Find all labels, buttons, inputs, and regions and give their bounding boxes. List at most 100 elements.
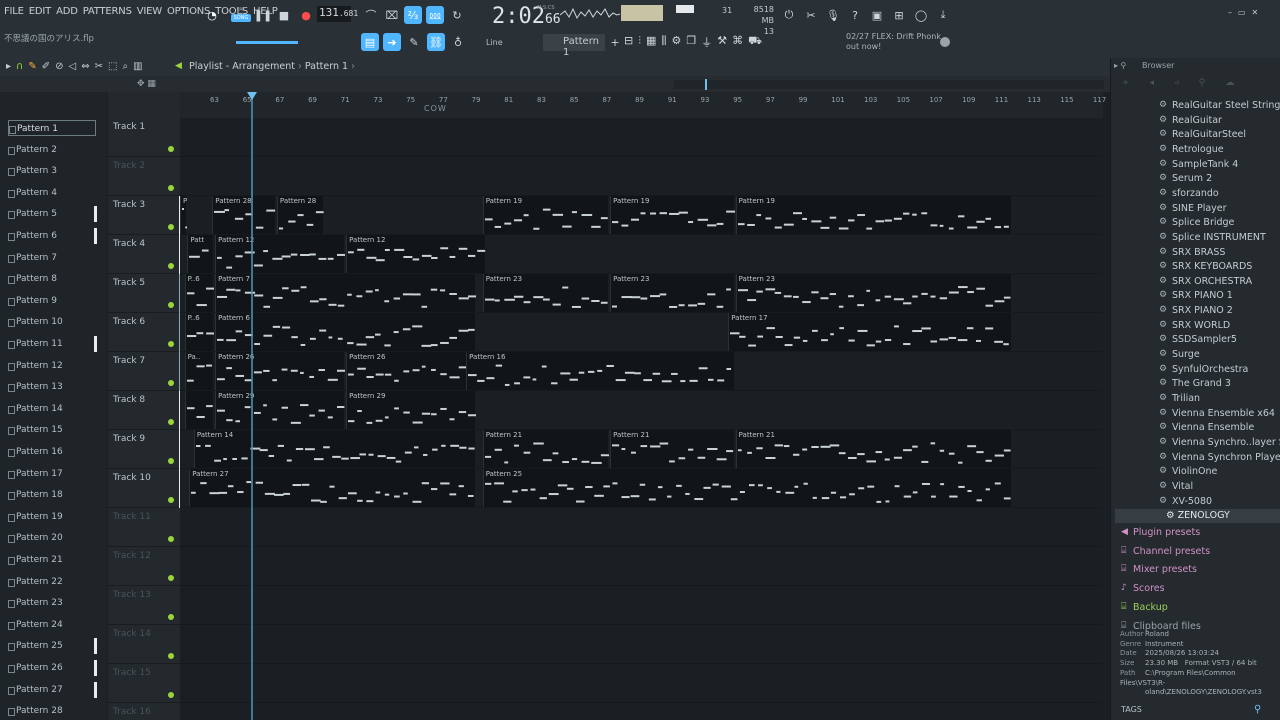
playlist-clip[interactable]: Pattern 28 [212, 196, 276, 234]
playlist-clip[interactable]: Pattern 27 [189, 469, 476, 507]
pattern-item[interactable]: Pattern 19 [8, 509, 96, 525]
track-lane[interactable] [180, 508, 1103, 547]
track-lane[interactable] [180, 664, 1103, 703]
snap-selector[interactable]: Line [486, 38, 503, 47]
menu-add[interactable]: ADD [56, 6, 78, 22]
track-header[interactable]: Track 3 [108, 196, 185, 235]
pause-icon[interactable]: ❚❚ [254, 6, 272, 24]
track-mute-led[interactable] [168, 341, 174, 347]
tags-label[interactable]: TAGS [1121, 705, 1142, 714]
browser-category[interactable]: Channel presets [1133, 546, 1210, 557]
mute-icon[interactable]: ◁ [69, 61, 77, 72]
playlist-arrow-icon[interactable]: ◀ [175, 61, 182, 71]
piano-roll-icon[interactable]: ▦ [646, 34, 656, 50]
pattern-item[interactable]: Pattern 1 [8, 120, 96, 136]
cleaner-icon[interactable]: ⌘ [732, 34, 743, 50]
pattern-item[interactable]: Pattern 18 [8, 487, 96, 503]
link-icon[interactable]: ⛓ [427, 33, 445, 51]
selected-plugin[interactable]: ⚙ ZENOLOGY [1166, 510, 1230, 521]
plugin-item[interactable]: Trilian [1159, 393, 1200, 404]
arrows-icon[interactable]: ✥ ▦ [137, 79, 156, 89]
track-name[interactable]: Track 1 [113, 122, 145, 132]
window-controls[interactable]: –▭✕ [1228, 8, 1264, 17]
pat-song-switch[interactable]: PAT SONG [231, 6, 251, 24]
playlist-clip[interactable]: Pattern 19 [610, 196, 735, 234]
browser-category[interactable]: Plugin presets [1133, 527, 1200, 538]
track-header[interactable]: Track 10 [108, 469, 185, 508]
arrangement-grid[interactable]: P Pattern 28 Pattern 28 Pattern 19 Pattern 1… [180, 118, 1103, 720]
track-mute-led[interactable] [168, 302, 174, 308]
track-name[interactable]: Track 4 [113, 239, 145, 249]
plugin-item[interactable]: RealGuitar [1159, 115, 1222, 126]
track-name[interactable]: Track 3 [113, 200, 145, 210]
plugin-item[interactable]: Vital [1159, 481, 1193, 492]
track-header[interactable]: Track 8 [108, 391, 185, 430]
pattern-item[interactable]: Pattern 11 [8, 336, 96, 352]
track-mute-led[interactable] [168, 185, 174, 191]
zoom-icon[interactable]: ⌕ [122, 61, 128, 72]
channel-rack-icon[interactable]: ⫶ [638, 34, 641, 50]
track-name[interactable]: Track 2 [113, 161, 145, 171]
arrow-right-icon[interactable]: ➜ [383, 33, 401, 51]
browser-category[interactable]: Clipboard files [1133, 621, 1201, 632]
playlist-icon[interactable]: ▤ [361, 33, 379, 51]
playlist-clip[interactable]: Pattern 21 [610, 430, 734, 468]
browser-category[interactable]: Scores [1133, 583, 1165, 594]
playlist-clip[interactable]: Pattern 28 [276, 196, 324, 234]
tags-search-icon[interactable]: ⚲ [1254, 704, 1261, 715]
browser-category[interactable]: Mixer presets [1133, 564, 1197, 575]
cpu-icon[interactable]: ⏻ [780, 6, 798, 24]
playlist-clip[interactable]: Pattern 23 [735, 274, 1011, 312]
plugin-item[interactable]: Splice Bridge [1159, 217, 1234, 228]
chat-icon[interactable]: ◯ [912, 6, 930, 24]
playlist-clip[interactable]: Pattern 19 [735, 196, 1011, 234]
pattern-item[interactable]: Pattern 12 [8, 358, 96, 374]
plugin-item[interactable]: XV-5080 [1159, 496, 1212, 507]
pattern-item[interactable]: Pattern 2 [8, 142, 96, 158]
track-lane[interactable] [180, 547, 1103, 586]
track-header[interactable]: Track 16 [108, 703, 180, 720]
pattern-item[interactable]: Pattern 10 [8, 314, 96, 330]
track-header[interactable]: Track 1 [108, 118, 180, 157]
track-header[interactable]: Track 9 [108, 430, 185, 469]
pattern-item[interactable]: Pattern 9 [8, 293, 96, 309]
track-header[interactable]: Track 14 [108, 625, 180, 664]
track-name[interactable]: Track 5 [113, 278, 145, 288]
paint-icon[interactable]: ✐ [42, 61, 50, 72]
pattern-selector[interactable]: Pattern 1 [543, 34, 605, 58]
tempo-display[interactable]: 131.681 [317, 6, 358, 22]
playlist-clip[interactable]: Pattern 12 [346, 235, 486, 273]
plugin-item[interactable]: RealGuitarSteel [1159, 129, 1246, 140]
plugin-item[interactable]: Vienna Ensemble x64 [1159, 408, 1275, 419]
track-header[interactable]: Track 11 [108, 508, 180, 547]
playlist-clip[interactable]: Pattern 17 [728, 313, 1011, 351]
playlist-clip[interactable]: Pattern 26 [215, 352, 346, 390]
download-icon[interactable]: ⤓ [934, 6, 952, 24]
brush-icon[interactable]: ✎ [405, 33, 423, 51]
playlist-clip[interactable]: P [180, 196, 188, 234]
track-mute-led[interactable] [168, 380, 174, 386]
menu-patterns[interactable]: PATTERNS [83, 6, 132, 22]
pattern-item[interactable]: Pattern 23 [8, 595, 96, 611]
playlist-clip[interactable]: P..6 [184, 313, 215, 351]
plug-icon[interactable]: ⏚ [701, 34, 712, 50]
track-mute-led[interactable] [168, 614, 174, 620]
metronome-icon[interactable]: ◔ [203, 6, 221, 24]
pattern-item[interactable]: Pattern 24 [8, 617, 96, 633]
playlist-clip[interactable]: Pattern 14 [193, 430, 476, 468]
track-name[interactable]: Track 7 [113, 356, 145, 366]
plugin-item[interactable]: The Grand 3 [1159, 378, 1231, 389]
playhead-marker-icon[interactable] [247, 92, 257, 100]
timeline-marker[interactable]: COW [424, 104, 447, 113]
pattern-item[interactable]: Pattern 17 [8, 466, 96, 482]
plugin-item[interactable]: SRX ORCHESTRA [1159, 276, 1252, 287]
track-name[interactable]: Track 6 [113, 317, 145, 327]
track-header[interactable]: Track 13 [108, 586, 180, 625]
playlist-clip[interactable]: Pattern 23 [482, 274, 609, 312]
plugin-item[interactable]: ViolinOne [1159, 466, 1218, 477]
plugin-item[interactable]: Vienna Ensemble [1159, 422, 1254, 433]
track-mute-led[interactable] [168, 263, 174, 269]
tool-icon[interactable]: ⚒ [717, 34, 727, 50]
pattern-item[interactable]: Pattern 28 [8, 703, 96, 719]
playlist-clip[interactable]: Pa.. [184, 352, 214, 390]
